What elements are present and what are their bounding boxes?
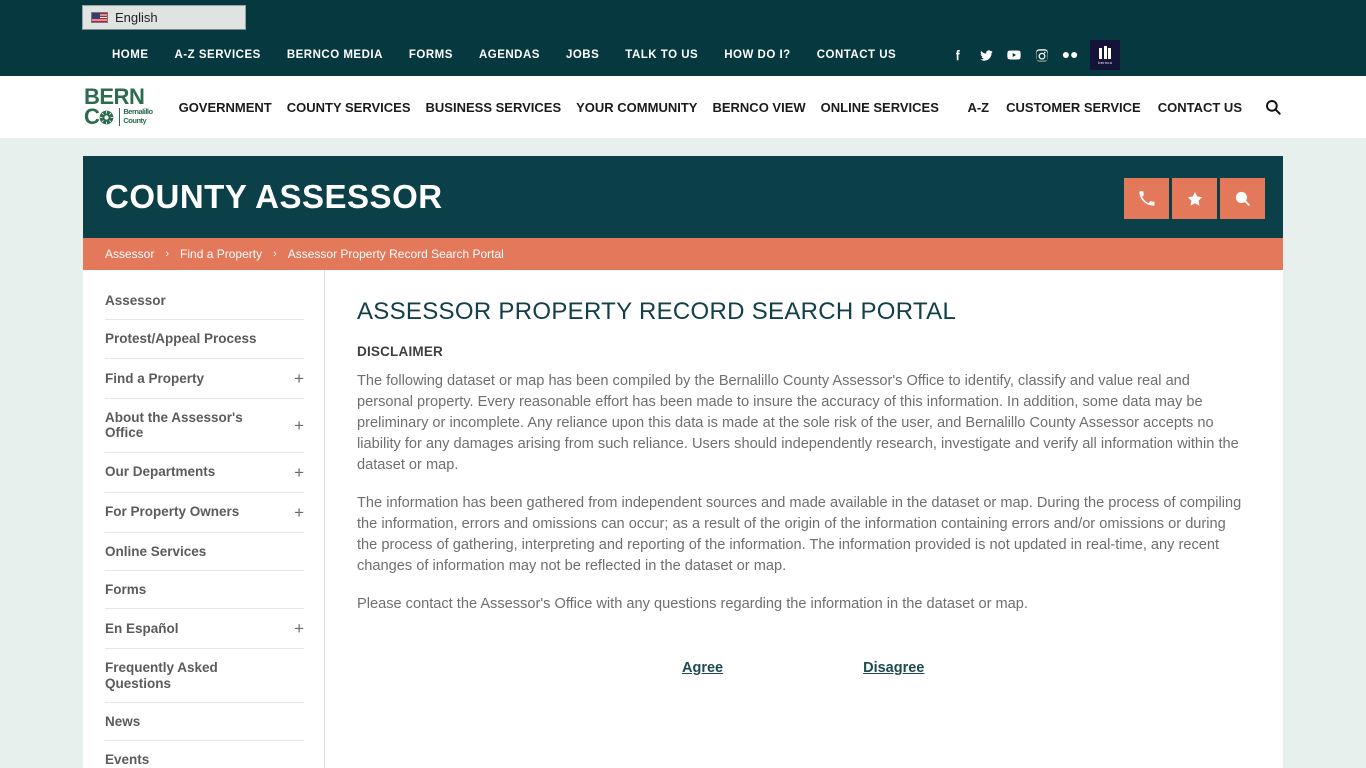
zia-symbol-icon [99, 110, 114, 125]
sidebar-item-about-the-assessors-office[interactable]: About the Assessor's Office + [105, 399, 304, 453]
disclaimer-heading: DISCLAIMER [357, 344, 443, 359]
sidebar-item-news[interactable]: News [105, 703, 304, 742]
disclaimer-paragraph-1: The following dataset or map has been co… [357, 373, 1239, 473]
chevron-right-icon: › [165, 248, 170, 260]
expand-plus-icon[interactable]: + [294, 464, 304, 481]
sidebar-item-label: Events [105, 752, 150, 768]
topnav-home[interactable]: HOME [112, 49, 149, 61]
bernco-app-icon[interactable]: bernco [1090, 40, 1121, 70]
body-wrapper: Assessor Protest/Appeal Process Find a P… [83, 270, 1283, 768]
sidebar-nav: Assessor Protest/Appeal Process Find a P… [83, 270, 325, 768]
topnav-contact-us[interactable]: CONTACT US [817, 49, 897, 61]
expand-plus-icon[interactable]: + [294, 370, 304, 387]
topnav-az-services[interactable]: A-Z SERVICES [175, 49, 261, 61]
search-button[interactable] [1220, 178, 1265, 219]
sidebar-item-label: Our Departments [105, 464, 216, 480]
nav-bernco-view[interactable]: BERNCO VIEW [712, 100, 805, 115]
sidebar-item-label: For Property Owners [105, 504, 240, 520]
youtube-icon[interactable] [1000, 41, 1028, 69]
instagram-icon[interactable] [1028, 41, 1056, 69]
sidebar-item-online-services[interactable]: Online Services [105, 533, 304, 571]
language-selector[interactable]: English [82, 5, 246, 30]
nav-business-services[interactable]: BUSINESS SERVICES [426, 100, 562, 115]
nav-az[interactable]: A-Z [967, 100, 989, 115]
disclaimer-paragraph-3: Please contact the Assessor's Office wit… [357, 596, 1028, 612]
sidebar-item-label: Find a Property [105, 370, 205, 386]
expand-plus-icon[interactable]: + [294, 417, 304, 434]
page-canvas: COUNTY ASSESSOR Assessor › Find a Proper… [0, 138, 1366, 768]
sidebar-item-label: Online Services [105, 543, 207, 559]
primary-nav-links: GOVERNMENT COUNTY SERVICES BUSINESS SERV… [179, 100, 954, 115]
nav-government[interactable]: GOVERNMENT [179, 100, 272, 115]
sidebar-item-events[interactable]: Events [105, 741, 304, 768]
breadcrumb: Assessor › Find a Property › Assessor Pr… [83, 238, 1283, 270]
nav-county-services[interactable]: COUNTY SERVICES [287, 100, 411, 115]
secondary-nav-links: A-Z CUSTOMER SERVICE CONTACT US [950, 76, 1282, 138]
breadcrumb-item-current: Assessor Property Record Search Portal [287, 247, 504, 261]
us-flag-icon [91, 12, 108, 23]
expand-plus-icon[interactable]: + [294, 620, 304, 637]
sidebar-item-forms[interactable]: Forms [105, 571, 304, 610]
sidebar-item-label: En Español [105, 621, 179, 637]
content-sheet: COUNTY ASSESSOR Assessor › Find a Proper… [83, 156, 1283, 768]
topnav-bernco-media[interactable]: BERNCO MEDIA [287, 49, 383, 61]
main-content: ASSESSOR PROPERTY RECORD SEARCH PORTAL D… [325, 270, 1283, 768]
chevron-right-icon: › [273, 248, 277, 260]
banner-action-buttons [1124, 178, 1265, 219]
topnav-agendas[interactable]: AGENDAS [479, 49, 540, 61]
sidebar-item-label: Assessor [105, 293, 166, 308]
top-utility-bar: English HOME A-Z SERVICES BERNCO MEDIA F… [0, 0, 1366, 76]
nav-customer-service[interactable]: CUSTOMER SERVICE [1006, 100, 1141, 115]
twitter-icon[interactable] [972, 41, 1000, 69]
disclaimer-paragraph-2: The information has been gathered from i… [357, 495, 1242, 574]
main-nav-bar: BERN C Bernalillo County GOVERNMENT COUN… [0, 76, 1366, 138]
topnav-forms[interactable]: FORMS [409, 49, 453, 61]
sidebar-item-label: Frequently Asked Questions [105, 660, 218, 691]
sidebar-item-our-departments[interactable]: Our Departments + [105, 453, 304, 493]
breadcrumb-item-assessor[interactable]: Assessor [105, 247, 154, 261]
top-nav: HOME A-Z SERVICES BERNCO MEDIA FORMS AGE… [0, 40, 1366, 70]
sidebar-item-assessor[interactable]: Assessor [105, 282, 304, 321]
page-title: COUNTY ASSESSOR [105, 178, 443, 215]
sidebar-item-label: Forms [105, 581, 147, 597]
agree-link[interactable]: Agree [682, 660, 723, 676]
sidebar-item-en-espanol[interactable]: En Español + [105, 609, 304, 650]
social-links: bernco [944, 40, 1121, 70]
phone-button[interactable] [1124, 178, 1169, 219]
sidebar-item-label: News [105, 714, 141, 729]
logo-sub-line2: County [123, 116, 147, 126]
nav-contact-us[interactable]: CONTACT US [1158, 100, 1242, 115]
expand-plus-icon[interactable]: + [294, 504, 304, 521]
logo-line2: C [84, 104, 100, 129]
sidebar-item-frequently-asked-questions[interactable]: Frequently Asked Questions [105, 649, 304, 703]
content-heading: ASSESSOR PROPERTY RECORD SEARCH PORTAL [357, 298, 957, 325]
sidebar-item-protest-appeal-process[interactable]: Protest/Appeal Process [105, 320, 304, 359]
language-label: English [115, 10, 158, 25]
sidebar-item-find-a-property[interactable]: Find a Property + [105, 359, 304, 399]
page-banner: COUNTY ASSESSOR [83, 156, 1283, 238]
sidebar-item-for-property-owners[interactable]: For Property Owners + [105, 493, 304, 533]
sidebar-item-label: About the Assessor's Office [105, 409, 243, 441]
bernco-logo[interactable]: BERN C Bernalillo County [84, 85, 153, 129]
nav-your-community[interactable]: YOUR COMMUNITY [576, 100, 697, 115]
search-icon[interactable] [1264, 98, 1282, 116]
sidebar-item-label: Protest/Appeal Process [105, 331, 257, 347]
breadcrumb-item-find-a-property[interactable]: Find a Property [180, 247, 262, 261]
bernco-app-label: bernco [1098, 59, 1113, 65]
topnav-talk-to-us[interactable]: TALK TO US [625, 49, 698, 61]
favorite-button[interactable] [1172, 178, 1217, 219]
disagree-link[interactable]: Disagree [863, 660, 924, 676]
topnav-jobs[interactable]: JOBS [566, 49, 599, 61]
agreement-actions: Agree Disagree [357, 660, 1245, 676]
nav-online-services[interactable]: ONLINE SERVICES [821, 100, 939, 115]
flickr-icon[interactable] [1056, 41, 1084, 69]
facebook-icon[interactable] [944, 41, 972, 69]
topnav-how-do-i[interactable]: HOW DO I? [724, 49, 790, 61]
